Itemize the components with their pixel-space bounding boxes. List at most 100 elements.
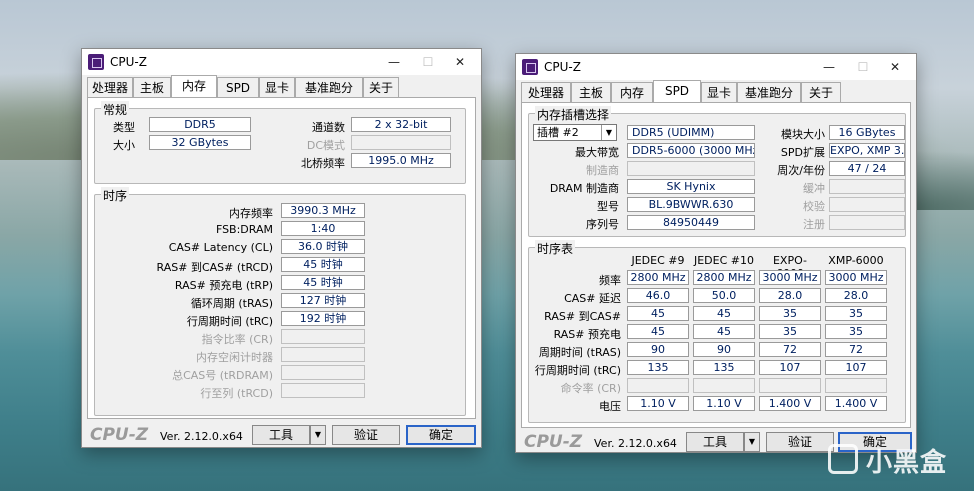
tab-spd[interactable]: SPD (653, 80, 701, 102)
manufacturer-value (627, 161, 755, 176)
timing-value: 3990.3 MHz (281, 203, 365, 218)
tab-bar: 处理器 主板 内存 SPD 显卡 基准跑分 关于 (521, 80, 911, 102)
timing-cell: 2800 MHz (693, 270, 755, 285)
slot-select[interactable]: 插槽 #2 ▼ (533, 124, 617, 141)
dram-manufacturer-value: SK Hynix (627, 179, 755, 194)
tools-button[interactable]: 工具 (686, 432, 744, 452)
title-bar[interactable]: CPU-Z — ☐ ✕ (82, 49, 481, 75)
tab-cpu[interactable]: 处理器 (87, 77, 133, 97)
close-icon[interactable]: ✕ (880, 56, 910, 78)
dram-manufacturer-label: DRAM 制造商 (549, 182, 619, 195)
timing-cell: 35 (759, 306, 821, 321)
timing-row-label: RAS# 预充电 (553, 328, 621, 341)
tab-cpu[interactable]: 处理器 (521, 82, 571, 102)
validate-button[interactable]: 验证 (332, 425, 400, 445)
tab-bench[interactable]: 基准跑分 (737, 82, 801, 102)
timing-cell: 135 (627, 360, 689, 375)
bottom-bar: CPU-Z Ver. 2.12.0.x64 工具 ▼ 验证 确定 (82, 423, 481, 449)
column-header: JEDEC #10 (693, 254, 754, 267)
timing-value: 192 时钟 (281, 311, 365, 326)
timings-group-title: 时序 (101, 187, 130, 204)
size-label: 大小 (113, 139, 135, 152)
registered-value (829, 215, 905, 230)
timing-row-label: 命令率 (CR) (560, 382, 621, 395)
version-label: Ver. 2.12.0.x64 (160, 430, 243, 443)
tab-spd[interactable]: SPD (217, 77, 259, 97)
cpuz-brand-logo: CPU-Z (90, 425, 149, 445)
northbridge-value: 1995.0 MHz (351, 153, 451, 168)
timing-value (281, 329, 365, 344)
timing-row-label: 电压 (599, 400, 621, 413)
timings-group: 时序 内存频率 3990.3 MHz FSB:DRAM 1:40 CAS# La… (94, 187, 466, 416)
window-title: CPU-Z (544, 60, 581, 74)
registered-label: 注册 (803, 218, 825, 231)
tab-memory[interactable]: 内存 (611, 82, 653, 102)
tools-dropdown-arrow-icon[interactable]: ▼ (310, 425, 326, 445)
week-year-value: 47 / 24 (829, 161, 905, 176)
title-bar[interactable]: CPU-Z — ☐ ✕ (516, 54, 916, 80)
chevron-down-icon[interactable]: ▼ (601, 125, 616, 140)
timing-row-label: 周期时间 (tRAS) (538, 346, 621, 359)
slot-select-value: 插槽 #2 (537, 126, 579, 139)
version-label: Ver. 2.12.0.x64 (594, 437, 677, 450)
buffered-label: 缓冲 (803, 182, 825, 195)
timing-label: 循环周期 (tRAS) (190, 297, 273, 310)
timing-value (281, 347, 365, 362)
heybox-logo-icon (828, 444, 858, 474)
timing-row-label: CAS# 延迟 (564, 292, 621, 305)
timing-cell: 1.400 V (759, 396, 821, 411)
timing-label: 总CAS号 (tRDRAM) (172, 369, 273, 382)
timing-cell: 45 (693, 324, 755, 339)
timing-table-group: 时序表 JEDEC #9 JEDEC #10 EXPO-6000 XMP-600… (528, 240, 906, 423)
timing-label: 内存频率 (229, 207, 273, 220)
cpuz-app-icon (88, 54, 104, 70)
channels-value: 2 x 32-bit (351, 117, 451, 132)
size-value: 32 GBytes (149, 135, 251, 150)
tab-memory[interactable]: 内存 (171, 75, 217, 97)
timing-row-label: 频率 (599, 274, 621, 287)
timing-cell (693, 378, 755, 393)
northbridge-label: 北桥频率 (301, 157, 345, 170)
timing-cell: 107 (825, 360, 887, 375)
timing-row-label: 行周期时间 (tRC) (534, 364, 621, 377)
ok-button[interactable]: 确定 (406, 425, 476, 445)
module-size-label: 模块大小 (781, 128, 825, 141)
tab-graphics[interactable]: 显卡 (701, 82, 737, 102)
max-bandwidth-value: DDR5-6000 (3000 MHz) (627, 143, 755, 158)
column-header: JEDEC #9 (631, 254, 685, 267)
module-type-value: DDR5 (UDIMM) (627, 125, 755, 140)
validate-button[interactable]: 验证 (766, 432, 834, 452)
tab-bench[interactable]: 基准跑分 (295, 77, 363, 97)
manufacturer-label: 制造商 (586, 164, 619, 177)
timing-label: RAS# 预充电 (tRP) (174, 279, 273, 292)
tools-button[interactable]: 工具 (252, 425, 310, 445)
spd-ext-value: EXPO, XMP 3.0 (829, 143, 905, 158)
timing-value: 45 时钟 (281, 257, 365, 272)
tab-about[interactable]: 关于 (363, 77, 399, 97)
timing-cell: 72 (759, 342, 821, 357)
timing-label: 行至列 (tRCD) (200, 387, 273, 400)
timing-cell: 3000 MHz (825, 270, 887, 285)
week-year-label: 周次/年份 (777, 164, 825, 177)
tab-about[interactable]: 关于 (801, 82, 841, 102)
timing-cell: 35 (825, 324, 887, 339)
minimize-icon[interactable]: — (814, 56, 844, 78)
tab-mainboard[interactable]: 主板 (571, 82, 611, 102)
cpuz-brand-logo: CPU-Z (524, 432, 583, 452)
timing-cell: 45 (627, 306, 689, 321)
buffered-value (829, 179, 905, 194)
memory-panel: 常规 类型 DDR5 大小 32 GBytes 通道数 2 x 32-bit D… (87, 97, 476, 419)
timing-label: FSB:DRAM (215, 223, 273, 236)
spd-panel: 内存插槽选择 插槽 #2 ▼ DDR5 (UDIMM) 模块大小 16 GByt… (521, 102, 911, 428)
timing-value: 45 时钟 (281, 275, 365, 290)
timing-cell: 35 (759, 324, 821, 339)
maximize-icon: ☐ (422, 55, 434, 69)
close-icon[interactable]: ✕ (445, 51, 475, 73)
minimize-icon[interactable]: — (379, 51, 409, 73)
tab-graphics[interactable]: 显卡 (259, 77, 295, 97)
tab-mainboard[interactable]: 主板 (133, 77, 171, 97)
tools-dropdown-arrow-icon[interactable]: ▼ (744, 432, 760, 452)
maximize-icon: ☐ (857, 60, 869, 74)
timing-cell: 50.0 (693, 288, 755, 303)
timing-cell: 90 (627, 342, 689, 357)
